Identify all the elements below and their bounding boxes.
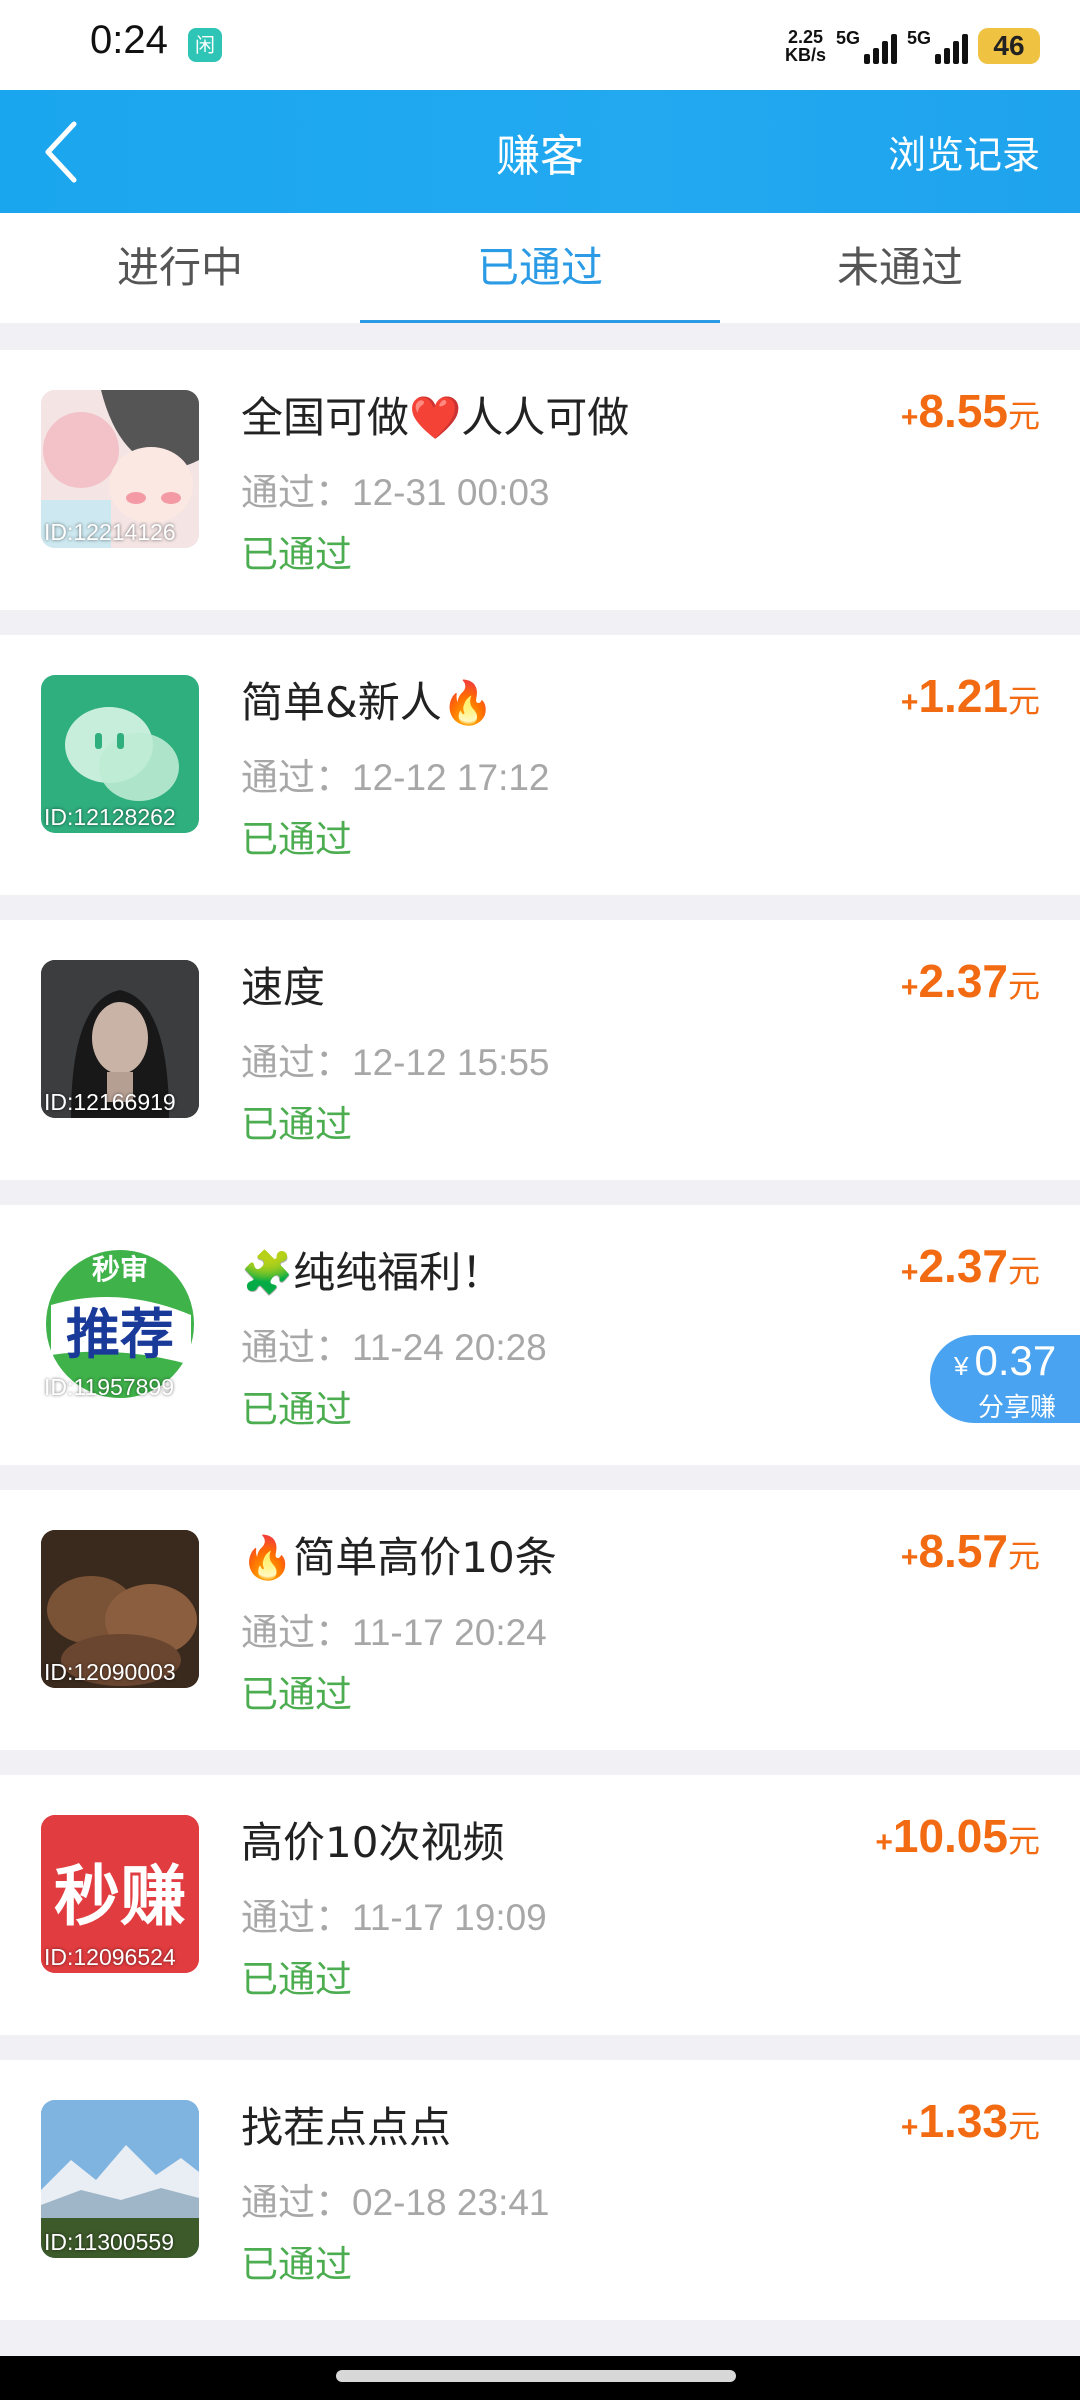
sim1-label: 5G bbox=[836, 28, 861, 48]
list-item[interactable]: ID:12128262 简单&新人🔥 通过：12-12 17:12 已通过 +1… bbox=[0, 635, 1080, 895]
list-item[interactable]: ID:12214126 全国可做❤️人人可做 通过：12-31 00:03 已通… bbox=[0, 350, 1080, 610]
task-id-label: ID:12128262 bbox=[44, 804, 176, 830]
task-thumbnail: ID:12214126 bbox=[41, 390, 199, 548]
task-thumbnail: ID:11300559 bbox=[41, 2100, 199, 2258]
task-thumbnail: 秒赚 ID:12096524 bbox=[41, 1815, 199, 1973]
task-title: 简单&新人🔥 bbox=[241, 678, 495, 727]
reward-amount: +8.55元 bbox=[900, 385, 1040, 437]
tab-rejected[interactable]: 未通过 bbox=[720, 213, 1080, 323]
status-tabs: 进行中 已通过 未通过 bbox=[0, 213, 1080, 323]
tab-approved[interactable]: 已通过 bbox=[360, 213, 720, 323]
share-earn-amount: ¥0.37 bbox=[954, 1337, 1057, 1384]
system-nav-bar bbox=[0, 2356, 1080, 2400]
status-bar: 0:24 闲 2.25 KB/s 5G 5G 46 bbox=[0, 0, 1080, 90]
share-earn-label: 分享赚 bbox=[978, 1393, 1057, 1423]
status-time: 0:24 bbox=[90, 18, 168, 62]
task-id-label: ID:11300559 bbox=[44, 2229, 175, 2255]
task-id-label: ID:12096524 bbox=[44, 1944, 176, 1970]
approved-date: 通过：12-31 00:03 bbox=[241, 472, 550, 513]
task-thumbnail: ID:12090003 bbox=[41, 1530, 199, 1688]
task-thumbnail: ID:12128262 bbox=[41, 675, 199, 833]
net-speed-unit: KB/s bbox=[784, 45, 826, 65]
reward-amount: +1.21元 bbox=[900, 670, 1040, 722]
share-earn-badge[interactable]: ¥0.37 分享赚 bbox=[930, 1335, 1080, 1423]
approved-date: 通过：11-17 20:24 bbox=[241, 1612, 547, 1653]
approved-date: 通过：02-18 23:41 bbox=[241, 2182, 550, 2223]
task-title: 速度 bbox=[241, 963, 326, 1012]
status-label: 已通过 bbox=[241, 1388, 352, 1431]
task-id-label: ID:12090003 bbox=[44, 1659, 176, 1685]
status-label: 已通过 bbox=[241, 2243, 352, 2286]
net-speed: 2.25 KB/s bbox=[785, 28, 826, 64]
task-id-label: ID:12166919 bbox=[44, 1089, 176, 1115]
sim2-label: 5G bbox=[907, 28, 932, 48]
reward-amount: +2.37元 bbox=[900, 1240, 1040, 1292]
task-title: 高价10次视频 bbox=[241, 1818, 505, 1867]
approved-date: 通过：12-12 15:55 bbox=[241, 1042, 550, 1083]
list-item[interactable]: 秒审 推荐 ID:11957899 🧩纯纯福利！ 通过：11-24 20:28 … bbox=[0, 1205, 1080, 1465]
signal-icon-sim2: 5G bbox=[907, 28, 968, 64]
reward-amount: +2.37元 bbox=[900, 955, 1040, 1007]
task-title: 🔥简单高价10条 bbox=[241, 1533, 557, 1582]
list-item[interactable]: 秒赚 ID:12096524 高价10次视频 通过：11-17 19:09 已通… bbox=[0, 1775, 1080, 2035]
status-label: 已通过 bbox=[241, 1958, 352, 2001]
task-thumbnail: 秒审 推荐 ID:11957899 bbox=[41, 1245, 199, 1403]
home-gesture-handle[interactable] bbox=[336, 2370, 736, 2382]
list-item[interactable]: ID:12090003 🔥简单高价10条 通过：11-17 20:24 已通过 … bbox=[0, 1490, 1080, 1750]
task-title: 找茬点点点 bbox=[241, 2103, 452, 2152]
task-title: 全国可做❤️人人可做 bbox=[241, 393, 630, 442]
task-id-label: ID:12214126 bbox=[44, 519, 176, 545]
logo-main-text: 秒赚 bbox=[54, 1857, 186, 1935]
logo-top-text: 秒审 bbox=[92, 1253, 148, 1286]
task-thumbnail: ID:12166919 bbox=[41, 960, 199, 1118]
signal-icon-sim1: 5G bbox=[836, 28, 897, 64]
reward-amount: +8.57元 bbox=[900, 1525, 1040, 1577]
logo-main-text: 推荐 bbox=[66, 1303, 174, 1366]
app-header: 赚客 浏览记录 bbox=[0, 90, 1080, 213]
approved-date: 通过：11-24 20:28 bbox=[241, 1327, 547, 1368]
reward-amount: +1.33元 bbox=[900, 2095, 1040, 2147]
status-label: 已通过 bbox=[241, 1103, 352, 1146]
status-indicators: 2.25 KB/s 5G 5G 46 bbox=[785, 24, 1040, 68]
battery-icon: 46 bbox=[978, 28, 1040, 64]
browse-history-link[interactable]: 浏览记录 bbox=[888, 124, 1040, 179]
tab-in-progress[interactable]: 进行中 bbox=[0, 213, 360, 323]
list-item[interactable]: ID:12166919 速度 通过：12-12 15:55 已通过 +2.37元 bbox=[0, 920, 1080, 1180]
status-label: 已通过 bbox=[241, 1673, 352, 1716]
status-label: 已通过 bbox=[241, 818, 352, 861]
net-speed-value: 2.25 bbox=[787, 27, 824, 47]
approved-date: 通过：11-17 19:09 bbox=[241, 1897, 547, 1938]
reward-amount: +10.05元 bbox=[875, 1810, 1040, 1862]
app-notification-icon: 闲 bbox=[188, 28, 222, 62]
status-label: 已通过 bbox=[241, 533, 352, 576]
task-list: ID:12214126 全国可做❤️人人可做 通过：12-31 00:03 已通… bbox=[0, 350, 1080, 2345]
task-title: 🧩纯纯福利！ bbox=[241, 1248, 504, 1297]
approved-date: 通过：12-12 17:12 bbox=[241, 757, 550, 798]
task-id-label: ID:11957899 bbox=[44, 1374, 175, 1400]
list-item[interactable]: ID:11300559 找茬点点点 通过：02-18 23:41 已通过 +1.… bbox=[0, 2060, 1080, 2320]
